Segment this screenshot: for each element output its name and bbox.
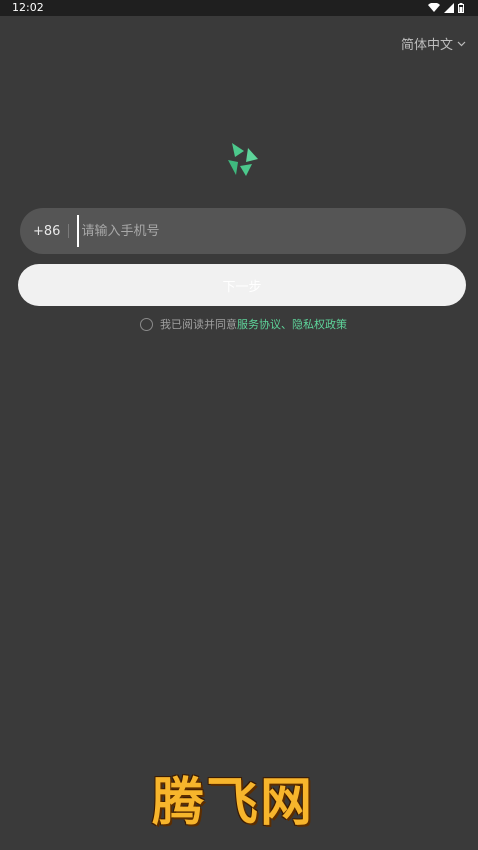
chevron-down-icon: [457, 41, 466, 46]
agreement-separator: 、: [281, 318, 292, 331]
phone-input[interactable]: [77, 215, 466, 247]
status-icons: [428, 3, 464, 13]
next-button[interactable]: 下一步: [18, 264, 466, 306]
app-logo-icon: [228, 143, 258, 176]
login-screen: 12:02 简体中文 +86 下一步: [0, 0, 478, 850]
signal-icon: [444, 3, 454, 13]
status-time: 12:02: [12, 1, 44, 14]
country-code[interactable]: +86: [33, 224, 60, 239]
terms-link[interactable]: 服务协议: [237, 316, 281, 332]
agree-checkbox[interactable]: [140, 317, 153, 331]
status-bar: 12:02: [0, 0, 478, 16]
agreement: 我已阅读并同意 服务协议 、 隐私权政策: [140, 316, 347, 332]
divider: [68, 224, 70, 238]
watermark-logo: 腾飞网: [152, 772, 315, 833]
language-label: 简体中文: [400, 38, 453, 53]
agreement-prefix: 我已阅读并同意: [160, 318, 237, 331]
phone-field: +86: [20, 208, 466, 254]
language-select[interactable]: 简体中文: [401, 34, 466, 53]
privacy-link[interactable]: 隐私权政策: [292, 316, 347, 332]
wifi-icon: [428, 3, 440, 12]
battery-icon: [458, 3, 464, 13]
